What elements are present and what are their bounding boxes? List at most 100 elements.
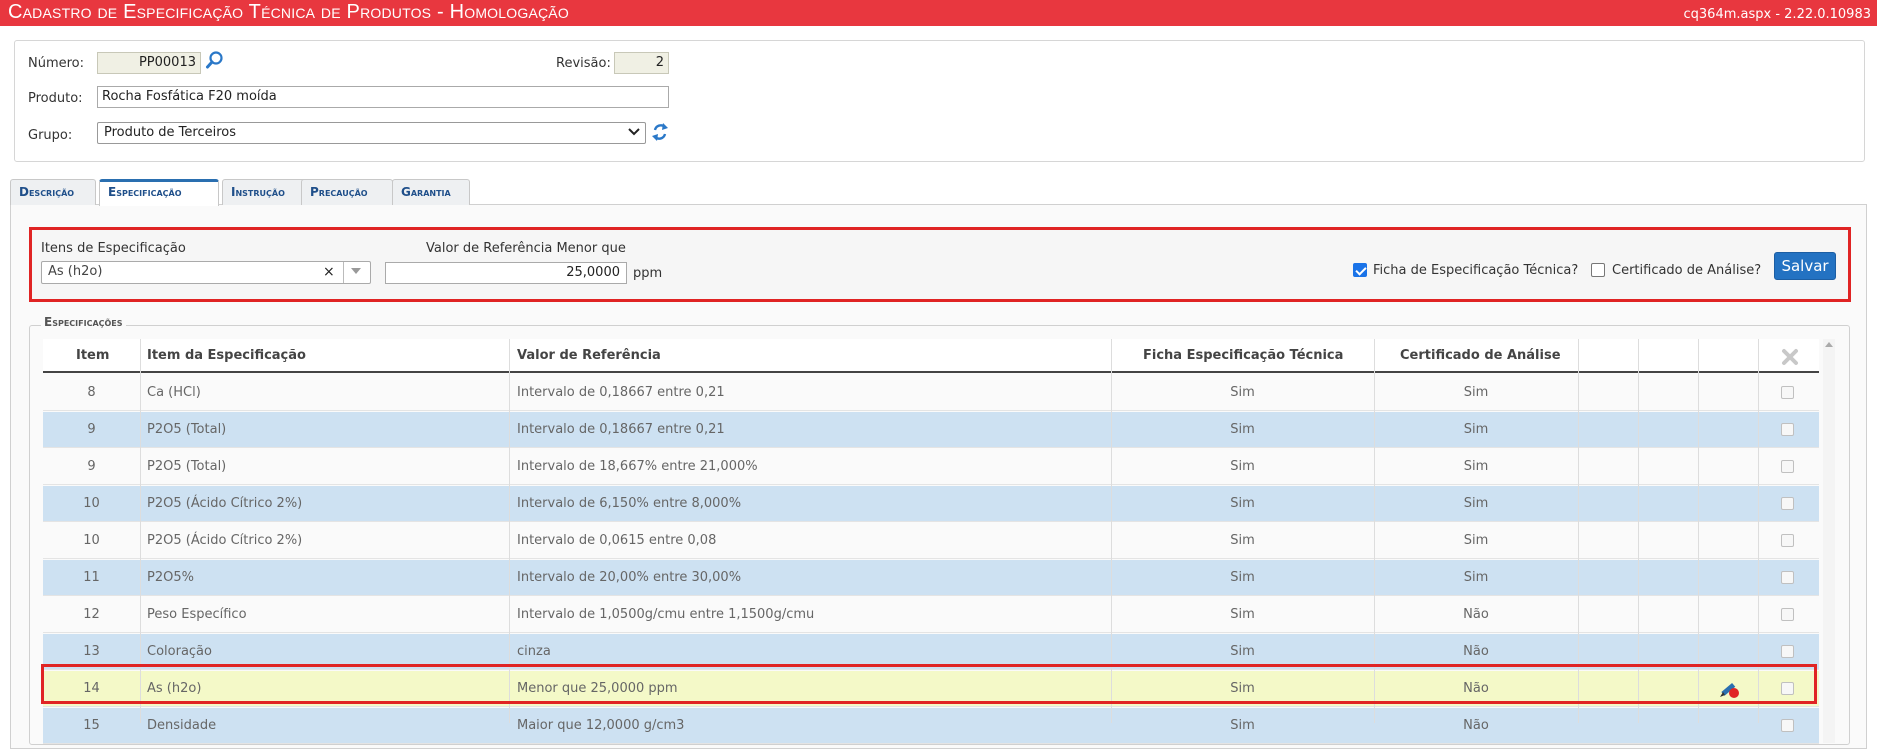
row-checkbox[interactable] — [1781, 645, 1794, 658]
clear-icon[interactable]: × — [323, 264, 335, 280]
cell-ficha: Sim — [1230, 459, 1255, 474]
revisao-field[interactable]: 2 — [614, 52, 669, 74]
search-icon[interactable] — [205, 50, 225, 70]
produto-label: Produto: — [28, 91, 83, 106]
column-ficha[interactable]: Ficha Especificação Técnica — [1143, 339, 1343, 373]
cell-item: 10 — [83, 496, 100, 511]
numero-field[interactable]: PP00013 — [97, 52, 201, 74]
row-checkbox[interactable] — [1781, 608, 1794, 621]
cell-certificado: Sim — [1463, 570, 1489, 585]
row-checkbox[interactable] — [1781, 719, 1794, 732]
column-certificado[interactable]: Certificado de Análise — [1400, 339, 1561, 373]
certificado-label: Certificado de Análise? — [1612, 263, 1762, 278]
column-item-especificacao[interactable]: Item da Especificação — [147, 339, 306, 373]
itens-select-value: As (h2o) — [48, 264, 103, 279]
scroll-up-icon[interactable] — [1823, 339, 1835, 351]
specifications-legend: Especificações — [41, 315, 126, 329]
tab-instrucao[interactable]: Instrução — [222, 179, 308, 205]
table-row[interactable]: 12 Peso Específico Intervalo de 1,0500g/cm… — [43, 597, 1819, 633]
chevron-down-icon — [627, 124, 641, 142]
cell-item-especificacao: P2O5 (Ácido Cítrico 2%) — [147, 533, 303, 548]
table-row[interactable]: 11 P2O5% Intervalo de 20,00% entre 30,00% S… — [43, 560, 1819, 596]
cell-item: 11 — [83, 570, 100, 585]
cell-ficha: Sim — [1230, 607, 1255, 622]
tab-descricao[interactable]: Descrição — [10, 179, 96, 205]
cell-item-especificacao: P2O5 (Total) — [147, 459, 227, 474]
row-checkbox[interactable] — [1781, 386, 1794, 399]
cell-item-especificacao: P2O5 (Ácido Cítrico 2%) — [147, 496, 303, 511]
table-row[interactable]: 15 Densidade Maior que 12,0000 g/cm3 Sim Não — [43, 708, 1819, 744]
table-row[interactable]: 9 P2O5 (Total) Intervalo de 0,18667 entre … — [43, 412, 1819, 448]
window-title: Cadastro de Especificação Técnica de Pro… — [8, 1, 569, 23]
table-row[interactable]: 9 P2O5 (Total) Intervalo de 18,667% entre … — [43, 449, 1819, 485]
valor-label: Valor de Referência Menor que — [426, 241, 626, 256]
produto-field[interactable]: Rocha Fosfática F20 moída — [97, 86, 669, 108]
row-checkbox[interactable] — [1781, 534, 1794, 547]
cell-valor-referencia: Intervalo de 18,667% entre 21,000% — [517, 459, 758, 474]
cell-ficha: Sim — [1230, 496, 1255, 511]
cell-certificado: Não — [1463, 718, 1489, 733]
version-label: cq364m.aspx - 2.22.0.10983 — [1683, 7, 1871, 22]
revisao-label: Revisão: — [556, 56, 611, 71]
title-bar: Cadastro de Especificação Técnica de Pro… — [0, 0, 1877, 26]
itens-label: Itens de Especificação — [41, 241, 186, 256]
cell-valor-referencia: Intervalo de 0,0615 entre 0,08 — [517, 533, 717, 548]
numero-label: Número: — [28, 56, 85, 71]
cell-item: 12 — [83, 607, 100, 622]
cell-item-especificacao: P2O5 (Total) — [147, 422, 227, 437]
cell-certificado: Sim — [1463, 533, 1489, 548]
cell-item-especificacao: Peso Específico — [147, 607, 247, 622]
cell-item: 9 — [87, 459, 96, 474]
table-header: Item Item da Especificação Valor de Refe… — [43, 339, 1819, 373]
close-icon[interactable] — [1781, 348, 1799, 370]
row-checkbox[interactable] — [1781, 460, 1794, 473]
save-button[interactable]: Salvar — [1774, 252, 1836, 280]
valor-input[interactable]: 25,0000 — [385, 262, 627, 284]
cell-valor-referencia: Intervalo de 0,18667 entre 0,21 — [517, 385, 725, 400]
itens-select[interactable]: As (h2o) × — [41, 261, 371, 284]
grupo-label: Grupo: — [28, 128, 73, 143]
cell-ficha: Sim — [1230, 385, 1255, 400]
cell-item-especificacao: P2O5% — [147, 570, 194, 585]
select-divider — [343, 262, 344, 283]
row-checkbox[interactable] — [1781, 571, 1794, 584]
table-scrollbar[interactable] — [1823, 339, 1835, 743]
grupo-select[interactable]: Produto de Terceiros — [97, 122, 646, 144]
cell-certificado: Sim — [1463, 459, 1489, 474]
cell-valor-referencia: Intervalo de 1,0500g/cmu entre 1,1500g/c… — [517, 607, 815, 622]
triangle-down-icon[interactable] — [350, 265, 362, 281]
cell-item: 9 — [87, 422, 96, 437]
cell-certificado: Sim — [1463, 385, 1489, 400]
cell-certificado: Sim — [1463, 422, 1489, 437]
cell-valor-referencia: Maior que 12,0000 g/cm3 — [517, 718, 685, 733]
ficha-label: Ficha de Especificação Técnica? — [1373, 263, 1579, 278]
column-valor-referencia[interactable]: Valor de Referência — [517, 339, 661, 373]
row-checkbox[interactable] — [1781, 423, 1794, 436]
tab-garantia[interactable]: Garantia — [392, 179, 470, 205]
ficha-checkbox[interactable] — [1353, 263, 1367, 277]
column-item[interactable]: Item — [76, 339, 109, 373]
cell-ficha: Sim — [1230, 570, 1255, 585]
cell-valor-referencia: Intervalo de 6,150% entre 8,000% — [517, 496, 742, 511]
refresh-icon[interactable] — [651, 121, 669, 143]
cell-ficha: Sim — [1230, 718, 1255, 733]
row-checkbox[interactable] — [1781, 497, 1794, 510]
certificado-checkbox[interactable] — [1591, 263, 1605, 277]
cell-item-especificacao: Densidade — [147, 718, 217, 733]
cell-ficha: Sim — [1230, 422, 1255, 437]
tab-especificacao[interactable]: Especificação — [99, 179, 219, 206]
cell-item-especificacao: Ca (HCl) — [147, 385, 201, 400]
unit-label: ppm — [633, 266, 663, 281]
cell-ficha: Sim — [1230, 533, 1255, 548]
table-row[interactable]: 10 P2O5 (Ácido Cítrico 2%) Intervalo de 0,… — [43, 523, 1819, 559]
cell-certificado: Sim — [1463, 496, 1489, 511]
cell-item: 15 — [83, 718, 100, 733]
table-row[interactable]: 8 Ca (HCl) Intervalo de 0,18667 entre 0,21… — [43, 375, 1819, 411]
cell-certificado: Não — [1463, 607, 1489, 622]
table-row[interactable]: 10 P2O5 (Ácido Cítrico 2%) Intervalo de 6,… — [43, 486, 1819, 522]
cell-valor-referencia: Intervalo de 20,00% entre 30,00% — [517, 570, 742, 585]
tab-precaucao[interactable]: Precaução — [301, 179, 393, 205]
cell-item: 8 — [87, 385, 96, 400]
selected-row-highlight — [41, 664, 1817, 704]
cell-valor-referencia: Intervalo de 0,18667 entre 0,21 — [517, 422, 725, 437]
